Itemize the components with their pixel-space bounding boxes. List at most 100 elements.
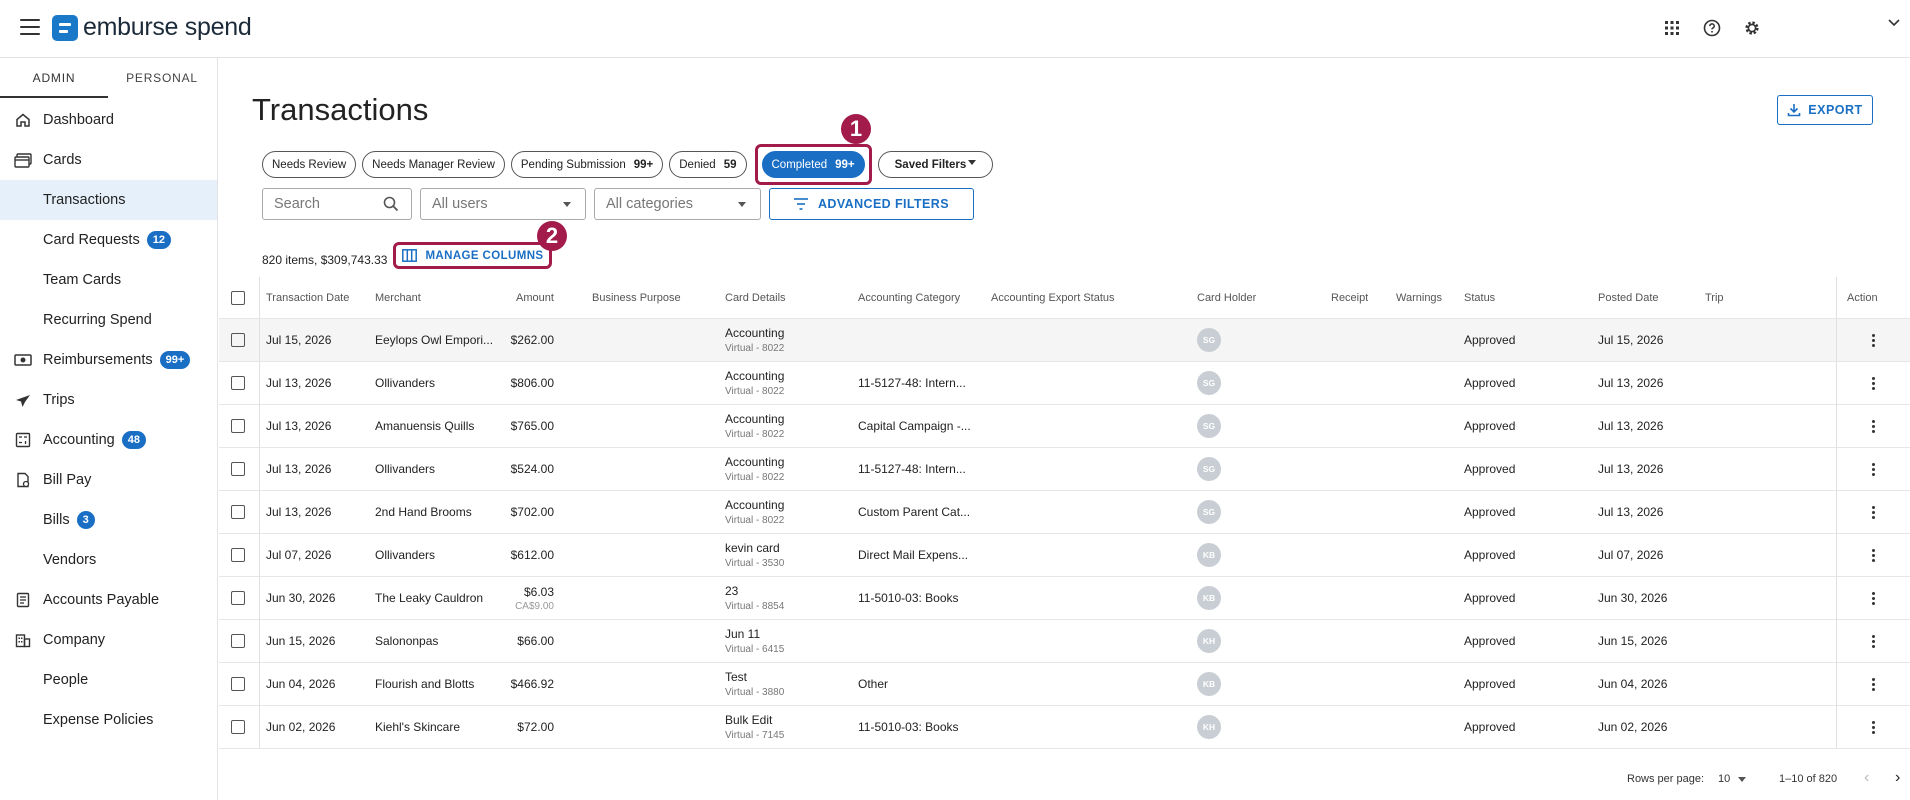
sidebar-item-card-requests[interactable]: Card Requests 12 [0,220,217,260]
table-row[interactable]: Jun 30, 2026 The Leaky Cauldron $6.03 CA… [219,577,1910,620]
table-row[interactable]: Jul 07, 2026 Ollivanders $612.00 kevin c… [219,534,1910,577]
more-actions-icon[interactable] [1837,663,1910,705]
export-button[interactable]: EXPORT [1777,95,1873,125]
sidebar-item-bill-pay[interactable]: Bill Pay [0,460,217,500]
sidebar-item-transactions[interactable]: Transactions [0,180,217,220]
more-actions-icon[interactable] [1837,491,1910,533]
menu-icon[interactable] [20,19,40,35]
row-checkbox[interactable] [231,376,245,390]
next-page-icon[interactable]: › [1895,769,1900,787]
more-actions-icon[interactable] [1837,534,1910,576]
col-business-purpose[interactable]: Business Purpose [592,277,681,318]
more-actions-icon[interactable] [1837,405,1910,447]
row-checkbox[interactable] [231,677,245,691]
col-accounting-category[interactable]: Accounting Category [858,277,960,318]
sidebar-item-expense-policies[interactable]: Expense Policies [0,700,217,740]
col-transaction-date[interactable]: Transaction Date [266,277,349,318]
chip-pending-submission[interactable]: Pending Submission 99+ [510,151,664,178]
row-checkbox[interactable] [231,591,245,605]
select-all-checkbox[interactable] [231,290,245,305]
tab-personal[interactable]: PERSONAL [108,58,216,98]
table-row[interactable]: Jul 13, 2026 2nd Hand Brooms $702.00 Acc… [219,491,1910,534]
rows-per-page-select[interactable]: 10 [1718,773,1747,785]
previous-page-icon[interactable]: ‹ [1864,769,1869,787]
apps-grid-icon[interactable] [1660,16,1684,40]
transaction-date: Jun 15, 2026 [266,634,336,648]
sidebar-item-vendors[interactable]: Vendors [0,540,217,580]
sidebar-item-team-cards[interactable]: Team Cards [0,260,217,300]
col-trip[interactable]: Trip [1705,277,1724,318]
advanced-filters-button[interactable]: ADVANCED FILTERS [769,188,974,220]
amount: $806.00 [510,376,554,390]
sidebar-item-dashboard[interactable]: Dashboard [0,100,217,140]
row-checkbox[interactable] [231,505,245,519]
sidebar-item-trips[interactable]: Trips [0,380,217,420]
table-row[interactable]: Jun 15, 2026 Salononpas $66.00 Jun 11 Vi… [219,620,1910,663]
col-receipt[interactable]: Receipt [1331,277,1368,318]
col-posted-date[interactable]: Posted Date [1598,277,1659,318]
accounting-category: 11-5010-03: Books [858,720,959,734]
chip-needs-review[interactable]: Needs Review [262,151,357,178]
row-checkbox[interactable] [231,634,245,648]
action-cell [1836,620,1910,662]
action-cell [1836,706,1910,748]
categories-select[interactable]: All categories [594,188,761,220]
avatar: SG [1197,414,1221,438]
table-row[interactable]: Jun 04, 2026 Flourish and Blotts $466.92… [219,663,1910,706]
col-amount[interactable]: Amount [516,277,554,318]
table-row[interactable]: Jul 13, 2026 Amanuensis Quills $765.00 A… [219,405,1910,448]
results-summary-bar: 820 items, $309,743.33 MANAGE COLUMNS [262,242,553,269]
col-accounting-export-status[interactable]: Accounting Export Status [991,277,1115,318]
row-checkbox[interactable] [231,419,245,433]
table-row[interactable]: Jul 13, 2026 Ollivanders $806.00 Account… [219,362,1910,405]
settings-gear-icon[interactable] [1740,16,1764,40]
sidebar-item-accounts-payable[interactable]: Accounts Payable [0,580,217,620]
col-merchant[interactable]: Merchant [375,277,421,318]
row-checkbox[interactable] [231,462,245,476]
col-card-holder[interactable]: Card Holder [1197,277,1256,318]
avatar: KB [1197,543,1221,567]
col-card-details[interactable]: Card Details [725,277,786,318]
table-row[interactable]: Jul 15, 2026 Eeylops Owl Empori... $262.… [219,319,1910,362]
row-checkbox[interactable] [231,720,245,734]
sidebar-item-reimbursements[interactable]: Reimbursements 99+ [0,340,217,380]
tab-admin[interactable]: ADMIN [0,58,108,98]
more-actions-icon[interactable] [1837,319,1910,361]
transaction-date: Jul 13, 2026 [266,419,332,433]
more-actions-icon[interactable] [1837,362,1910,404]
saved-filters-dropdown[interactable]: Saved Filters [877,151,994,178]
card-name: Bulk Edit [725,713,773,727]
sidebar-item-bills[interactable]: Bills 3 [0,500,217,540]
sidebar-item-accounting[interactable]: Accounting 48 [0,420,217,460]
users-select[interactable]: All users [420,188,586,220]
more-actions-icon[interactable] [1837,577,1910,619]
more-actions-icon[interactable] [1837,706,1910,748]
manage-columns-button[interactable]: MANAGE COLUMNS [402,249,543,262]
brand-logo[interactable]: emburse spend [52,13,252,42]
sidebar-item-people[interactable]: People [0,660,217,700]
search-input[interactable]: Search [262,188,412,220]
sidebar-item-recurring-spend[interactable]: Recurring Spend [0,300,217,340]
card-number: Virtual - 8022 [725,386,785,397]
chip-completed[interactable]: Completed 99+ [761,151,865,178]
amount: $262.00 [510,333,554,347]
col-warnings[interactable]: Warnings [1396,277,1442,318]
table-row[interactable]: Jul 13, 2026 Ollivanders $524.00 Account… [219,448,1910,491]
chip-denied[interactable]: Denied 59 [669,151,747,178]
more-actions-icon[interactable] [1837,448,1910,490]
row-checkbox[interactable] [231,548,245,562]
chip-needs-manager-review[interactable]: Needs Manager Review [362,151,505,178]
col-status[interactable]: Status [1464,277,1495,318]
count-badge: 48 [121,431,146,449]
help-icon[interactable] [1700,16,1724,40]
more-actions-icon[interactable] [1837,620,1910,662]
logo-mark [52,14,78,41]
table-row[interactable]: Jun 02, 2026 Kiehl's Skincare $72.00 Bul… [219,706,1910,749]
caret-down-icon [738,202,746,207]
col-action: Action [1847,291,1878,304]
row-checkbox[interactable] [231,333,245,347]
chevron-down-icon[interactable] [1882,11,1906,35]
sidebar-item-company[interactable]: Company [0,620,217,660]
card-details: Accounting Virtual - 8022 [725,362,784,404]
sidebar-item-cards[interactable]: Cards [0,140,217,180]
